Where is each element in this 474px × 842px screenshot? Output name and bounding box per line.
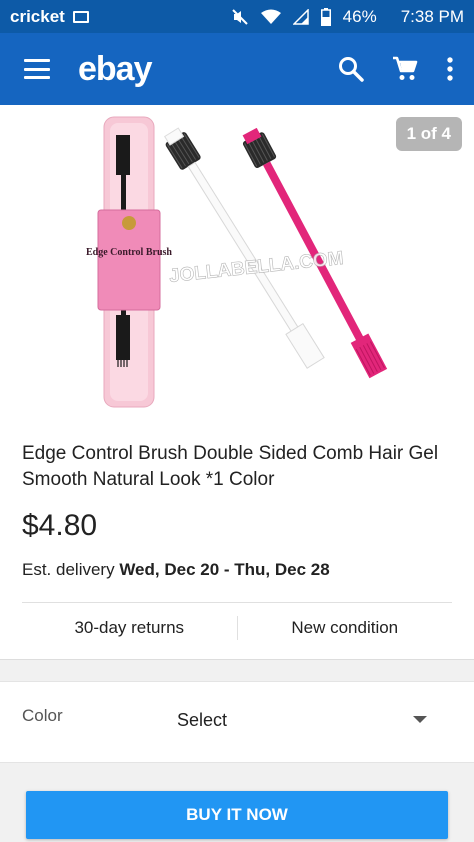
listing-card: Edge Control Brush JOLLABELLA.COM 1 of 4… xyxy=(0,105,474,660)
more-vert-icon[interactable] xyxy=(446,56,454,82)
dropdown-arrow-icon[interactable] xyxy=(413,716,427,723)
battery-percent: 46% xyxy=(342,6,377,26)
watermark: JOLLABELLA.COM xyxy=(168,248,344,287)
cart-icon[interactable] xyxy=(392,56,418,82)
color-select-value[interactable]: Select xyxy=(177,710,227,731)
color-label: Color xyxy=(22,706,63,725)
listing-title: Edge Control Brush Double Sided Comb Hai… xyxy=(22,443,439,490)
status-bar: cricket 46% 7:38 PM xyxy=(0,0,474,33)
image-notification-icon xyxy=(72,10,89,23)
mute-icon xyxy=(231,8,248,25)
signal-icon xyxy=(292,8,309,25)
returns-info: 30-day returns xyxy=(74,618,185,637)
image-counter-badge: 1 of 4 xyxy=(395,117,462,151)
carrier-label: cricket xyxy=(10,6,65,26)
delivery-prefix: Est. delivery xyxy=(22,560,120,579)
color-selector[interactable]: Color Select xyxy=(0,681,474,763)
battery-icon xyxy=(320,7,331,26)
app-bar: ebay xyxy=(0,33,474,105)
ebay-logo[interactable]: ebay xyxy=(78,50,152,89)
menu-icon[interactable] xyxy=(24,59,50,79)
wifi-icon xyxy=(260,9,281,24)
clock: 7:38 PM xyxy=(400,6,464,26)
listing-features: 30-day returns New condition xyxy=(22,603,452,653)
search-icon[interactable] xyxy=(338,56,364,82)
product-image[interactable]: Edge Control Brush JOLLABELLA.COM xyxy=(0,105,474,415)
price: $4.80 xyxy=(22,509,98,542)
estimated-delivery: Est. delivery Wed, Dec 20 - Thu, Dec 28 xyxy=(22,560,330,580)
buy-it-now-button[interactable]: BUY IT NOW xyxy=(26,791,448,839)
condition-info: New condition xyxy=(291,618,399,637)
package-label: Edge Control Brush xyxy=(86,247,172,258)
delivery-dates: Wed, Dec 20 - Thu, Dec 28 xyxy=(119,560,330,579)
